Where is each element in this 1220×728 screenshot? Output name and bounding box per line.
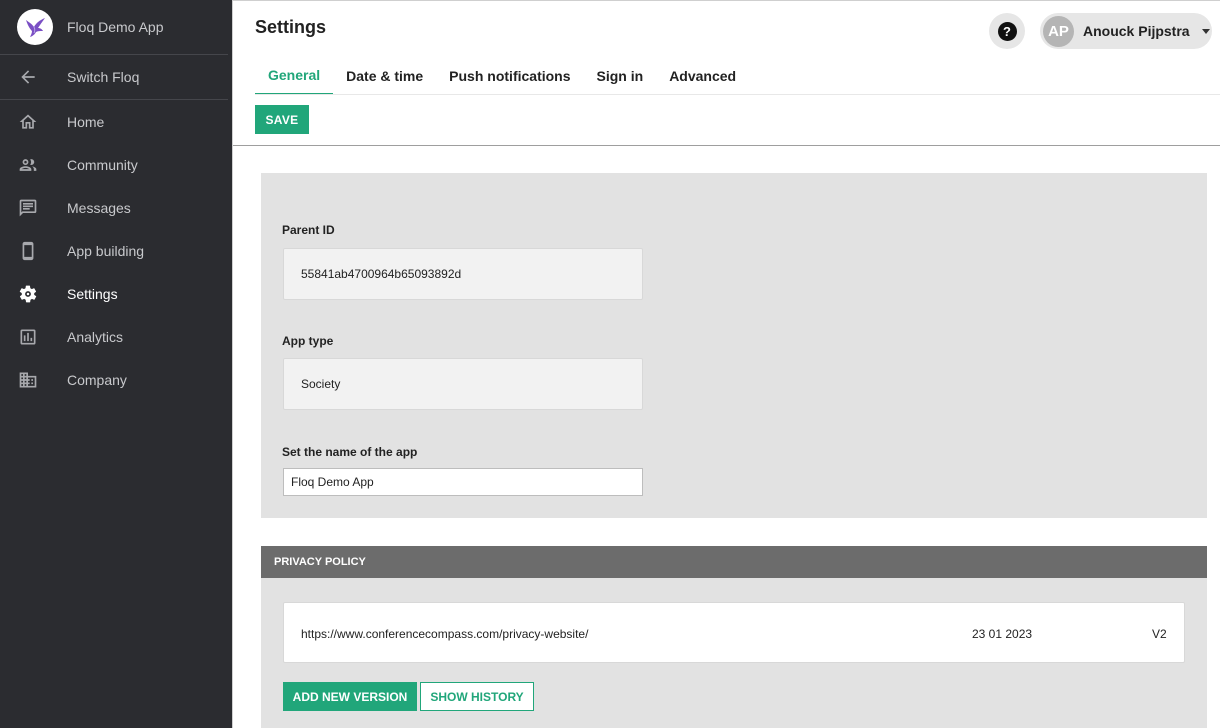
top-bar: Settings ? AP Anouck Pijpstra General Da…: [233, 0, 1220, 146]
app-type-label: App type: [282, 334, 334, 348]
switch-floq-label: Switch Floq: [67, 69, 140, 85]
sidebar-item-label: Analytics: [67, 328, 124, 345]
user-name: Anouck Pijpstra: [1083, 23, 1190, 39]
sidebar-nav: Home Community Messages App building Set…: [0, 100, 232, 401]
sidebar-item-analytics[interactable]: Analytics: [0, 315, 232, 358]
building-icon: [18, 370, 38, 390]
switch-floq-button[interactable]: Switch Floq: [0, 55, 228, 100]
settings-content: Parent ID 55841ab4700964b65093892d App t…: [233, 146, 1220, 728]
bird-logo-icon: [26, 18, 45, 37]
privacy-policy-date: 23 01 2023: [972, 627, 1033, 641]
tab-push-notifications[interactable]: Push notifications: [436, 57, 583, 95]
main-area: Settings ? AP Anouck Pijpstra General Da…: [232, 0, 1220, 728]
privacy-policy-version: V2: [1152, 627, 1167, 641]
gear-icon: [18, 284, 38, 304]
app-logo: [17, 9, 53, 45]
privacy-policy-card: https://www.conferencecompass.com/privac…: [261, 578, 1207, 728]
privacy-policy-row[interactable]: https://www.conferencecompass.com/privac…: [283, 602, 1185, 663]
show-history-button[interactable]: SHOW HISTORY: [420, 682, 534, 711]
app-type-value: Society: [283, 358, 643, 410]
sidebar-item-label: Home: [67, 113, 105, 130]
home-icon: [18, 112, 38, 132]
sidebar-item-messages[interactable]: Messages: [0, 186, 232, 229]
sidebar-item-community[interactable]: Community: [0, 143, 232, 186]
sidebar-item-label: Company: [67, 371, 127, 388]
help-icon: ?: [997, 21, 1017, 41]
tab-advanced[interactable]: Advanced: [656, 57, 749, 95]
save-button[interactable]: SAVE: [255, 105, 309, 134]
sidebar-item-label: Messages: [67, 199, 131, 216]
app-name-input[interactable]: [283, 468, 643, 496]
arrow-left-icon: [18, 67, 38, 87]
tab-sign-in[interactable]: Sign in: [584, 57, 657, 95]
sidebar: Floq Demo App Switch Floq Home Community…: [0, 0, 232, 728]
tabs-divider: [255, 94, 1220, 95]
page-title: Settings: [255, 17, 327, 37]
chart-icon: [18, 327, 38, 347]
help-button[interactable]: ?: [989, 13, 1025, 49]
settings-tabs: General Date & time Push notifications S…: [255, 57, 749, 95]
sidebar-item-home[interactable]: Home: [0, 100, 232, 143]
parent-id-label: Parent ID: [282, 223, 335, 237]
sidebar-header[interactable]: Floq Demo App: [0, 0, 228, 55]
tab-date-time[interactable]: Date & time: [333, 57, 436, 95]
privacy-policy-header: PRIVACY POLICY: [261, 546, 1207, 578]
general-settings-card: Parent ID 55841ab4700964b65093892d App t…: [261, 173, 1207, 518]
sidebar-item-label: Community: [67, 156, 138, 173]
parent-id-value: 55841ab4700964b65093892d: [283, 248, 643, 300]
chevron-down-icon: [1201, 28, 1210, 34]
privacy-policy-url: https://www.conferencecompass.com/privac…: [301, 627, 589, 641]
phone-icon: [18, 241, 38, 261]
people-icon: [18, 155, 38, 175]
avatar: AP: [1043, 15, 1074, 47]
app-name-label: Set the name of the app: [282, 445, 418, 459]
sidebar-item-label: Settings: [67, 285, 118, 302]
message-icon: [18, 198, 38, 218]
add-new-version-button[interactable]: ADD NEW VERSION: [283, 682, 417, 711]
sidebar-item-label: App building: [67, 242, 145, 259]
sidebar-item-company[interactable]: Company: [0, 358, 232, 401]
app-name: Floq Demo App: [67, 19, 164, 35]
sidebar-item-settings[interactable]: Settings: [0, 272, 232, 315]
tab-general[interactable]: General: [255, 57, 334, 95]
sidebar-item-app-building[interactable]: App building: [0, 229, 232, 272]
user-menu[interactable]: AP Anouck Pijpstra: [1040, 13, 1212, 49]
